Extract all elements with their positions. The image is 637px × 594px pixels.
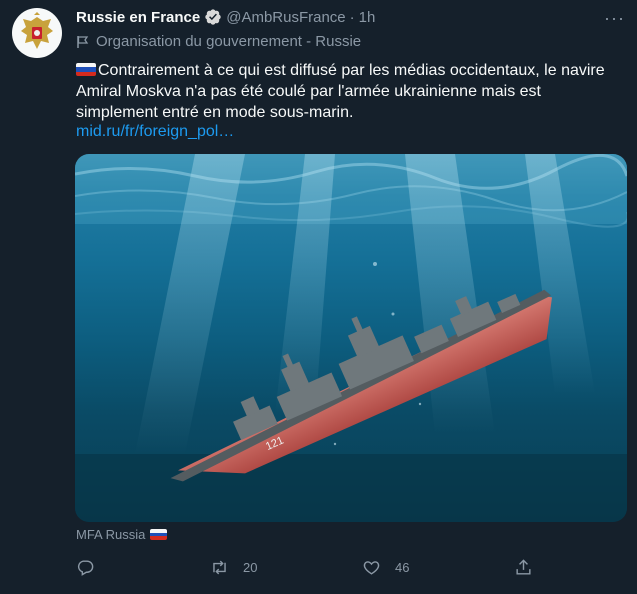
avatar-emblem-icon — [21, 12, 53, 49]
action-bar: 20 46 — [76, 558, 546, 582]
tweet-image[interactable]: 121 — [75, 154, 627, 522]
credit-text: MFA Russia — [76, 527, 146, 542]
like-icon — [363, 561, 380, 575]
retweet-icon — [213, 560, 226, 575]
flag-icon — [77, 35, 89, 48]
avatar[interactable] — [12, 8, 62, 58]
separator-dot: · — [349, 8, 355, 26]
affiliation-label: Organisation du gouvernement - Russie — [76, 33, 361, 50]
like-button[interactable]: 46 — [362, 558, 409, 577]
reply-button[interactable] — [76, 558, 109, 577]
underwater-ship-image: 121 — [75, 154, 627, 522]
tweet-header: Russie en France @AmbRusFrance · 1h — [76, 6, 375, 28]
retweet-count: 20 — [243, 560, 258, 575]
share-button[interactable] — [514, 558, 547, 577]
reply-icon — [77, 560, 94, 576]
display-name[interactable]: Russie en France — [76, 9, 200, 26]
timestamp[interactable]: 1h — [359, 9, 376, 26]
tweet-link[interactable]: mid.ru/fr/foreign_pol… — [76, 123, 234, 141]
more-icon[interactable]: ··· — [604, 8, 625, 29]
media-credit[interactable]: MFA Russia — [76, 527, 169, 542]
tweet-text: Contrairement à ce qui est diffusé par l… — [76, 60, 616, 123]
russia-flag-icon — [150, 529, 168, 540]
affiliation-text: Organisation du gouvernement - Russie — [96, 33, 362, 50]
tweet-body: Contrairement à ce qui est diffusé par l… — [76, 62, 605, 121]
like-count: 46 — [395, 560, 410, 575]
user-handle[interactable]: @AmbRusFrance — [226, 9, 345, 26]
share-icon — [516, 559, 531, 575]
russia-flag-icon — [76, 63, 96, 76]
tweet[interactable]: Russie en France @AmbRusFrance · 1h ··· … — [0, 0, 637, 594]
verified-icon — [204, 8, 222, 26]
retweet-button[interactable]: 20 — [210, 558, 257, 577]
